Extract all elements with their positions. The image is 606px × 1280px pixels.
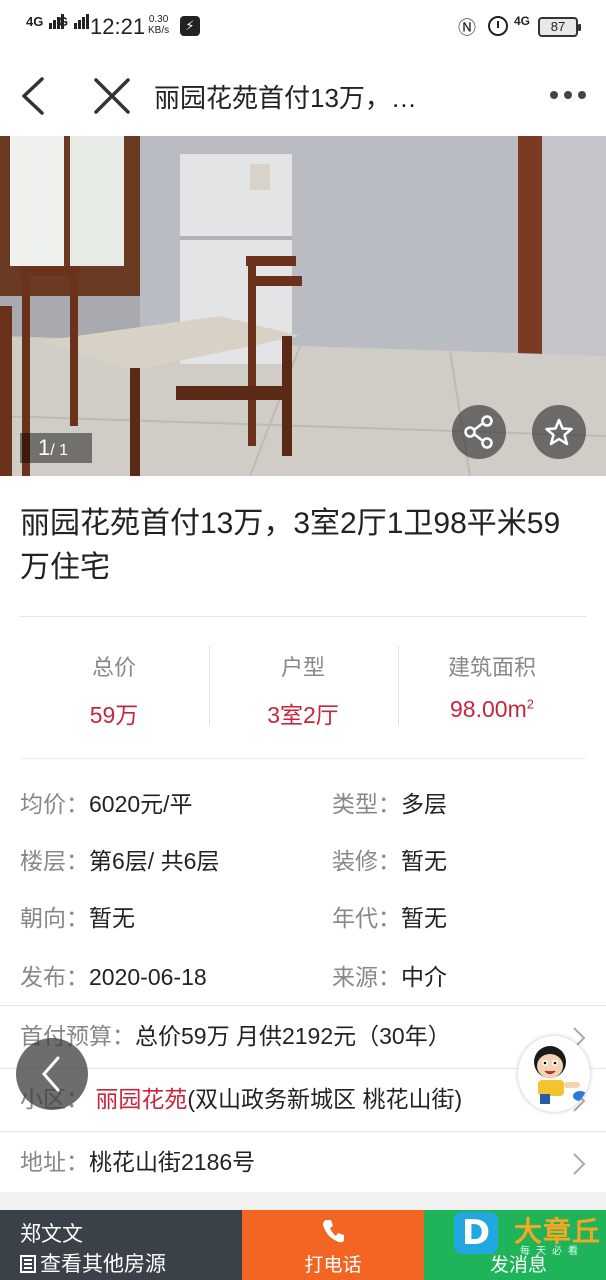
clock: 12:21 [90,14,146,39]
signal1-label: 4G [26,14,44,29]
down-payment-budget-row[interactable]: 首付预算：总价59万 月供2192元（30年） [0,1006,606,1068]
back-arrow-icon[interactable] [16,76,52,116]
attr-value: 暂无 [401,905,447,931]
network-speed: 0.30 KB/s [148,14,169,36]
bottom-action-bar: 郑文文 查看其他房源 打电话 D 大章丘 每天必看 发消息 [0,1210,606,1280]
agent-panel[interactable]: 郑文文 查看其他房源 [0,1210,242,1280]
message-label: 发消息 [490,1255,548,1276]
attr-orientation: 朝向：暂无 [20,903,135,933]
battery-level: 87 [550,19,566,34]
stat-layout: 户型 3室2厅 [209,640,397,730]
attr-value: 第6层/ 共6层 [89,848,220,874]
community-row[interactable]: 小区： 丽园花苑(双山政务新城区 桃花山街) [0,1069,606,1131]
address-key: 地址： [20,1149,89,1175]
address-row[interactable]: 地址：桃花山街2186号 [0,1132,606,1194]
attr-published: 发布：2020-06-18 [20,962,207,992]
attr-key: 发布： [20,964,89,990]
attr-value: 2020-06-18 [89,964,207,990]
community-detail: (双山政务新城区 桃花山街) [187,1086,463,1112]
photo-current: 1 [38,435,51,460]
attr-source: 来源：中介 [332,962,447,992]
floating-back-button[interactable] [16,1038,88,1110]
chevron-right-icon [573,1153,586,1175]
stat-label: 建筑面积 [447,655,536,680]
chevron-left-icon [42,1056,60,1092]
key-stats: 总价 59万 户型 3室2厅 建筑面积 98.00m2 [20,640,586,730]
share-button[interactable] [452,405,506,459]
view-other-listings-link[interactable]: 查看其他房源 [20,1248,166,1278]
star-icon [545,418,573,446]
address-text: 地址：桃花山街2186号 [20,1146,255,1178]
attr-value: 中介 [401,964,447,990]
speed-value: 0.30 [148,14,169,25]
stat-value: 59万 [89,702,139,728]
agent-name: 郑文文 [20,1223,83,1246]
area-unit-superscript: 2 [526,696,534,712]
network-type: 4G [514,14,531,28]
favorite-button[interactable] [532,405,586,459]
attr-key: 朝向： [20,905,89,931]
more-menu-icon[interactable] [546,80,590,110]
photo-counter: 1/ 1 [20,433,92,463]
attr-key: 均价： [20,791,89,817]
message-button[interactable]: D 大章丘 每天必看 发消息 [424,1210,606,1280]
community-name-link[interactable]: 丽园花苑 [95,1086,187,1112]
photo-total: / 1 [50,442,69,459]
page-title: 丽园花苑首付13万，… [154,83,417,113]
mascot-avatar[interactable] [518,1036,590,1112]
signal2-label: G [58,14,69,29]
attr-value: 暂无 [89,905,135,931]
status-bar: 4G G 12:21 0.30 KB/s ⚡ Ⓝ 4G 87 [0,0,606,56]
attr-decoration: 装修：暂无 [332,846,447,876]
cell-signal-2: G [58,14,90,29]
attr-key: 楼层： [20,848,89,874]
watermark-logo: D [454,1212,498,1254]
address-value: 桃花山街2186号 [89,1149,256,1175]
attr-value: 6020元/平 [89,791,193,817]
battery-icon: 87 [538,17,581,37]
call-label: 打电话 [304,1255,362,1276]
stat-label: 户型 [280,655,325,680]
attr-year: 年代：暂无 [332,903,447,933]
divider [20,616,586,617]
stat-value: 3室2厅 [267,702,339,728]
cartoon-mascot-icon [534,1046,587,1104]
attr-key: 年代： [332,905,401,931]
attr-key: 类型： [332,791,401,817]
stat-total-price: 总价 59万 [20,640,208,730]
nav-bar: 丽园花苑首付13万，… [0,56,606,136]
attr-value: 多层 [401,791,447,817]
budget-value: 总价59万 月供2192元（30年） [135,1023,451,1049]
section-spacer [0,1192,606,1210]
attr-value: 暂无 [401,848,447,874]
nfc-icon: Ⓝ [458,18,476,38]
attr-unit-price: 均价：6020元/平 [20,789,193,819]
close-icon[interactable] [92,76,132,116]
call-button[interactable]: 打电话 [242,1210,424,1280]
attr-floor: 楼层：第6层/ 共6层 [20,846,219,876]
attr-key: 来源： [332,964,401,990]
notification-app-icon: ⚡ [180,16,200,36]
stat-label: 总价 [91,655,136,680]
phone-icon [323,1220,344,1243]
room-photo-illustration [0,136,606,476]
alarm-icon [488,16,508,36]
share-icon [464,415,493,449]
attr-key: 装修： [332,848,401,874]
divider [20,758,586,759]
listing-photo[interactable] [0,136,606,476]
stat-value: 98.00m2 [398,696,586,723]
listing-title: 丽园花苑首付13万，3室2厅1卫98平米59万住宅 [20,507,561,584]
area-value: 98.00m [450,696,527,722]
building-icon [20,1255,36,1273]
speed-unit: KB/s [148,25,170,36]
stat-area: 建筑面积 98.00m2 [398,640,586,730]
view-other-listings-label: 查看其他房源 [40,1253,166,1276]
attr-type: 类型：多层 [332,789,447,819]
